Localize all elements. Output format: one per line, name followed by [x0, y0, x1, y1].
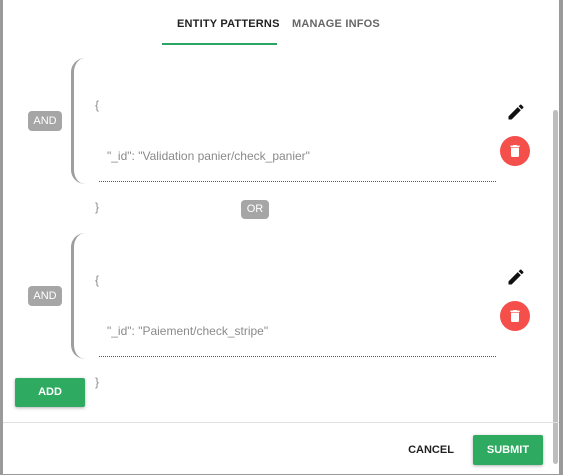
- and-badge: AND: [28, 111, 62, 131]
- pattern-block: AND { "_id": "Paiement/check_stripe" }: [3, 223, 548, 389]
- submit-button[interactable]: SUBMIT: [473, 435, 543, 465]
- tab-manage-infos[interactable]: MANAGE INFOS: [292, 18, 380, 30]
- add-pattern-button[interactable]: ADD: [15, 378, 85, 407]
- pattern-code[interactable]: { "_id": "Paiement/check_stripe" }: [95, 238, 268, 422]
- cancel-button[interactable]: CANCEL: [396, 436, 466, 464]
- pattern-code[interactable]: { "_id": "Validation panier/check_panier…: [95, 63, 310, 250]
- tab-entity-patterns[interactable]: ENTITY PATTERNS: [177, 18, 280, 30]
- edit-button[interactable]: [506, 102, 526, 122]
- id-line-text: "_id": "Paiement/check_stripe": [107, 324, 269, 338]
- group-brace: [71, 233, 88, 359]
- and-badge: AND: [28, 286, 62, 306]
- open-brace-text: {: [95, 273, 100, 287]
- edit-button[interactable]: [506, 267, 526, 287]
- trash-icon: [510, 310, 520, 322]
- close-brace-text: }: [95, 200, 100, 214]
- patterns-list: AND { "_id": "Validation panier/check_pa…: [3, 48, 548, 422]
- delete-button[interactable]: [500, 136, 530, 166]
- active-tab-indicator: [162, 43, 277, 45]
- open-brace-text: {: [95, 98, 100, 112]
- pattern-divider: [99, 356, 496, 357]
- or-badge: OR: [241, 200, 269, 219]
- entity-patterns-dialog: ENTITY PATTERNS MANAGE INFOS AND { "_id"…: [3, 0, 559, 474]
- trash-icon: [510, 145, 520, 157]
- close-brace-text: }: [95, 375, 100, 389]
- id-line-text: "_id": "Validation panier/check_panier": [107, 149, 310, 163]
- dialog-footer: CANCEL SUBMIT: [3, 422, 559, 475]
- pencil-icon: [508, 104, 524, 120]
- pattern-divider: [99, 181, 496, 182]
- group-brace: [71, 58, 88, 184]
- scrollbar-thumb[interactable]: [553, 110, 558, 464]
- pattern-block: AND { "_id": "Validation panier/check_pa…: [3, 48, 548, 214]
- pencil-icon: [508, 269, 524, 285]
- delete-button[interactable]: [500, 301, 530, 331]
- tab-bar: ENTITY PATTERNS MANAGE INFOS: [3, 0, 559, 48]
